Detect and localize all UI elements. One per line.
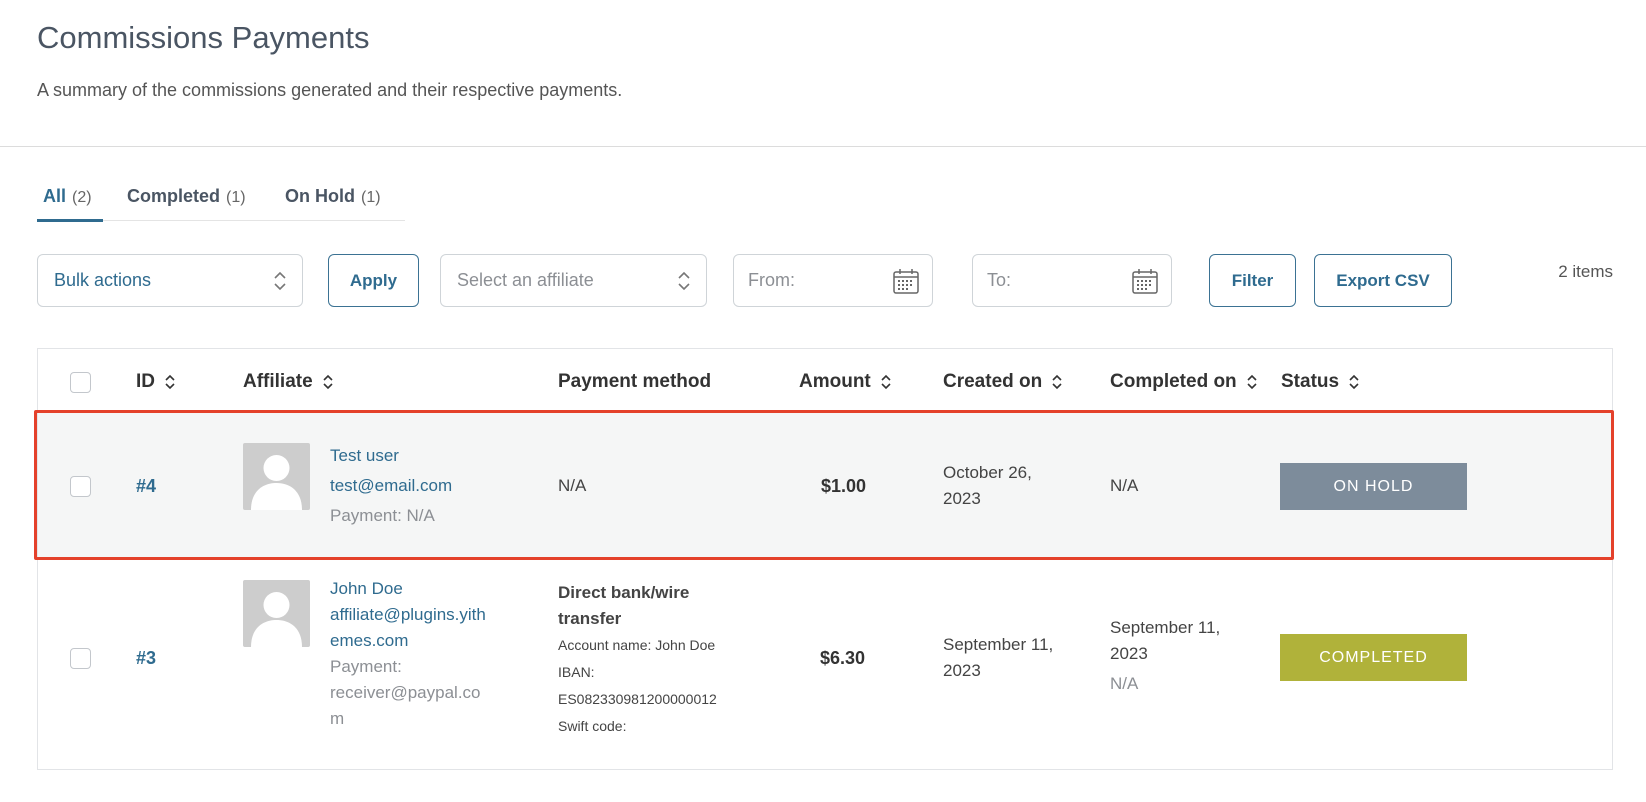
filter-button[interactable]: Filter xyxy=(1209,254,1296,307)
tab-completed[interactable]: Completed (1) xyxy=(127,186,246,220)
created-on-date: September 11, xyxy=(943,635,1054,654)
created-on-year: 2023 xyxy=(943,661,981,680)
commission-id-link[interactable]: #3 xyxy=(136,645,156,671)
affiliate-payment-line: Payment: xyxy=(330,657,402,676)
completed-on: N/A xyxy=(1110,476,1139,495)
chevron-up-down-icon xyxy=(274,271,286,291)
completed-on: September 11, 2023 N/A xyxy=(1110,615,1220,697)
created-on-date: October 26, xyxy=(943,463,1032,482)
tab-on-hold-count: (1) xyxy=(361,189,381,206)
created-on: October 26, 2023 xyxy=(943,460,1032,512)
commission-id-link[interactable]: #4 xyxy=(136,473,156,499)
payment-method-iban-label: IBAN: xyxy=(558,664,595,680)
avatar xyxy=(243,580,310,647)
payment-method-swift: Swift code: xyxy=(558,718,627,734)
bulk-actions-select[interactable]: Bulk actions xyxy=(37,254,303,307)
row-checkbox[interactable] xyxy=(70,476,91,497)
affiliate-name-link[interactable]: John Doe xyxy=(330,576,486,602)
payment-method: N/A xyxy=(558,476,587,495)
chevron-up-down-icon xyxy=(678,271,690,291)
sort-icon xyxy=(1052,374,1062,390)
completed-on-year: 2023 xyxy=(1110,644,1148,663)
affiliate-email-line: emes.com xyxy=(330,631,409,650)
column-header-amount[interactable]: Amount xyxy=(799,371,892,393)
column-header-completed-on-label: Completed on xyxy=(1110,371,1237,392)
column-header-status[interactable]: Status xyxy=(1281,371,1360,393)
column-header-affiliate[interactable]: Affiliate xyxy=(243,371,334,393)
tab-all-count: (2) xyxy=(72,189,92,206)
tab-completed-label: Completed xyxy=(127,186,221,206)
affiliate-info: Test user test@email.com Payment: N/A xyxy=(330,441,452,531)
column-header-payment-method: Payment method xyxy=(558,371,711,393)
from-date-placeholder: From: xyxy=(748,270,795,290)
commissions-table: ID Affiliate Payment method Amount Creat… xyxy=(37,348,1613,770)
column-header-completed-on[interactable]: Completed on xyxy=(1110,371,1258,393)
affiliate-select[interactable]: Select an affiliate xyxy=(440,254,707,307)
created-on: September 11, 2023 xyxy=(943,632,1053,684)
page-description: A summary of the commissions generated a… xyxy=(37,80,623,100)
payment-method-iban: ES082330981200000012 xyxy=(558,691,717,707)
column-header-amount-label: Amount xyxy=(799,371,871,392)
affiliate-payment: Payment: receiver@paypal.co m xyxy=(330,654,486,732)
affiliate-select-placeholder: Select an affiliate xyxy=(457,270,594,290)
to-date-placeholder: To: xyxy=(987,270,1012,290)
payment-method-title: Direct bank/wire xyxy=(558,583,690,602)
column-header-id-label: ID xyxy=(136,371,155,392)
affiliate-payment-line: receiver@paypal.co xyxy=(330,683,481,702)
column-header-affiliate-label: Affiliate xyxy=(243,371,313,392)
column-header-status-label: Status xyxy=(1281,371,1340,392)
header-divider xyxy=(0,146,1646,147)
amount: $6.30 xyxy=(820,648,866,668)
created-on-year: 2023 xyxy=(943,489,981,508)
avatar xyxy=(243,443,310,510)
affiliate-payment: Payment: N/A xyxy=(330,506,435,525)
row-checkbox[interactable] xyxy=(70,648,91,669)
affiliate-email-link[interactable]: affiliate@plugins.yith emes.com xyxy=(330,602,486,654)
apply-button[interactable]: Apply xyxy=(328,254,419,307)
user-silhouette-icon xyxy=(251,455,302,510)
payment-method-title: transfer xyxy=(558,609,622,628)
status-badge: ON HOLD xyxy=(1280,463,1467,510)
column-header-created-on[interactable]: Created on xyxy=(943,371,1063,393)
affiliate-name-link[interactable]: Test user xyxy=(330,441,452,471)
user-silhouette-icon xyxy=(251,592,302,647)
tab-on-hold[interactable]: On Hold (1) xyxy=(285,186,381,220)
tab-completed-count: (1) xyxy=(226,189,246,206)
table-row: #3 John Doe affiliate@plugins.yith emes.… xyxy=(38,560,1612,769)
affiliate-email-link[interactable]: test@email.com xyxy=(330,471,452,501)
calendar-icon[interactable] xyxy=(1131,267,1159,295)
sort-icon xyxy=(1349,374,1359,390)
bulk-actions-value: Bulk actions xyxy=(54,270,152,290)
tab-all-label: All xyxy=(43,186,67,206)
sort-icon xyxy=(881,374,891,390)
export-csv-button[interactable]: Export CSV xyxy=(1314,254,1452,307)
status-tabs: All (2) Completed (1) On Hold (1) xyxy=(37,186,405,222)
amount: $1.00 xyxy=(821,476,867,496)
sort-icon xyxy=(323,374,333,390)
items-count: 2 items xyxy=(1558,262,1613,281)
sort-icon xyxy=(1247,374,1257,390)
payment-method: Direct bank/wire transfer Account name: … xyxy=(558,580,717,740)
completed-on-date: September 11, xyxy=(1110,618,1221,637)
to-date-input[interactable]: To: xyxy=(972,254,1172,307)
payment-method-account: Account name: John Doe xyxy=(558,637,716,653)
column-header-created-on-label: Created on xyxy=(943,371,1043,392)
sort-icon xyxy=(165,374,175,390)
tab-on-hold-label: On Hold xyxy=(285,186,355,206)
table-row: #4 Test user test@email.com Payment: N/A… xyxy=(38,413,1612,560)
tab-all[interactable]: All (2) xyxy=(37,186,103,222)
page-title: Commissions Payments xyxy=(37,20,370,55)
from-date-input[interactable]: From: xyxy=(733,254,933,307)
completed-on-note: N/A xyxy=(1110,674,1139,693)
affiliate-email-line: affiliate@plugins.yith xyxy=(330,605,486,624)
status-badge: COMPLETED xyxy=(1280,634,1467,681)
select-all-checkbox[interactable] xyxy=(70,372,91,393)
calendar-icon[interactable] xyxy=(892,267,920,295)
affiliate-payment-line: m xyxy=(330,709,345,728)
column-header-id[interactable]: ID xyxy=(136,371,176,393)
column-header-payment-method-label: Payment method xyxy=(558,371,712,392)
affiliate-info: John Doe affiliate@plugins.yith emes.com… xyxy=(330,576,486,732)
